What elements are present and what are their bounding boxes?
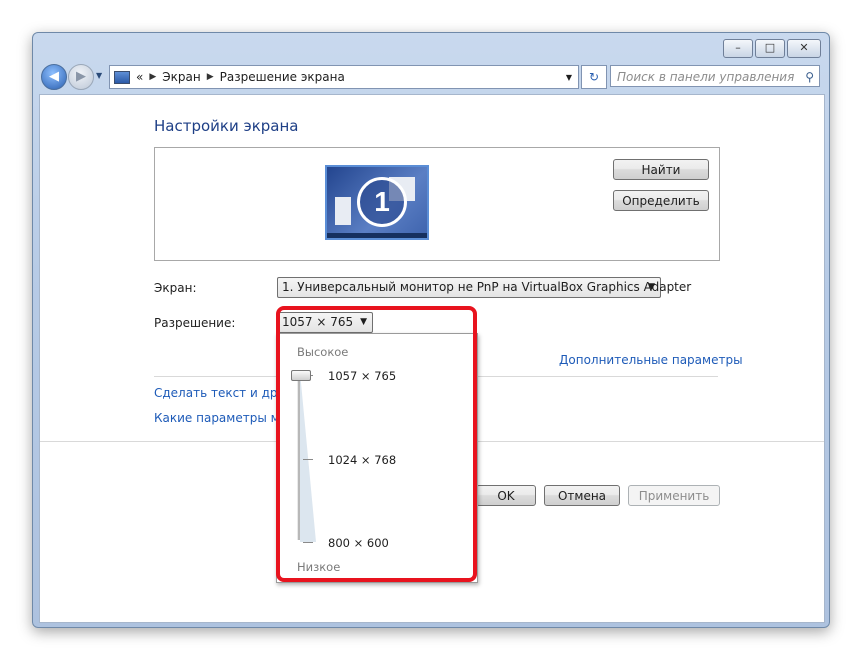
resolution-option[interactable]: 800 × 600 — [328, 536, 389, 550]
page-title: Настройки экрана — [154, 117, 299, 135]
search-placeholder: Поиск в панели управления — [617, 70, 795, 84]
window-preview-icon — [335, 197, 351, 225]
resolution-option[interactable]: 1057 × 765 — [328, 369, 396, 383]
monitor-thumbnail[interactable]: 1 — [325, 165, 429, 240]
address-dropdown-icon[interactable]: ▼ — [566, 73, 572, 82]
maximize-button[interactable]: □ — [755, 39, 785, 58]
breadcrumb-separator-icon[interactable]: ▶ — [207, 72, 214, 82]
which-settings-link[interactable]: Какие параметры мон — [154, 411, 295, 425]
arrow-right-icon: ▶ — [76, 69, 86, 84]
chevron-down-icon: ▼ — [648, 282, 655, 292]
window-controls: – □ ✕ — [723, 39, 821, 58]
back-button[interactable]: ◀ — [41, 64, 67, 90]
resolution-slider-popup: Высокое 1057 × 765 1024 × 768 800 × 600 … — [276, 333, 478, 583]
ok-button[interactable]: OK — [476, 485, 536, 506]
monitor-number-badge: 1 — [357, 177, 407, 227]
advanced-settings-link[interactable]: Дополнительные параметры — [559, 353, 743, 367]
slider-track[interactable] — [297, 374, 300, 540]
cancel-button[interactable]: Отмена — [544, 485, 620, 506]
chevron-down-icon: ▼ — [360, 317, 367, 327]
resolution-label: Разрешение: — [154, 316, 236, 330]
recent-pages-dropdown[interactable]: ▼ — [96, 71, 102, 80]
refresh-button[interactable]: ↻ — [581, 65, 607, 89]
search-input[interactable]: Поиск в панели управления ⚲ — [610, 65, 820, 87]
search-icon[interactable]: ⚲ — [805, 66, 814, 88]
breadcrumb-item-screen[interactable]: Экран — [162, 70, 200, 84]
minimize-button[interactable]: – — [723, 39, 753, 58]
high-label: Высокое — [297, 345, 349, 359]
address-bar[interactable]: « ▶ Экран ▶ Разрешение экрана ▼ — [109, 65, 579, 89]
refresh-icon: ↻ — [588, 70, 600, 84]
forward-button[interactable]: ▶ — [68, 64, 94, 90]
apply-button[interactable]: Применить — [628, 485, 720, 506]
low-label: Низкое — [297, 560, 341, 574]
breadcrumb-item-resolution[interactable]: Разрешение экрана — [220, 70, 345, 84]
breadcrumb-overflow[interactable]: « — [136, 70, 143, 84]
slider-tick — [303, 542, 313, 543]
screen-select-value: 1. Универсальный монитор не PnP на Virtu… — [282, 280, 692, 294]
slider-thumb[interactable] — [291, 370, 311, 381]
arrow-left-icon: ◀ — [49, 69, 59, 84]
taskbar-preview — [327, 233, 427, 238]
navigation-bar: ◀ ▶ ▼ « ▶ Экран ▶ Разрешение экрана ▼ ↻ … — [39, 63, 823, 91]
monitor-icon — [114, 70, 130, 84]
screen-select[interactable]: 1. Универсальный монитор не PnP на Virtu… — [277, 277, 691, 298]
find-button[interactable]: Найти — [613, 159, 709, 180]
resolution-select-value: 1057 × 765 — [282, 315, 354, 329]
breadcrumb-separator-icon[interactable]: ▶ — [149, 72, 156, 82]
identify-button[interactable]: Определить — [613, 190, 709, 211]
slider-wedge — [300, 372, 316, 542]
resolution-option[interactable]: 1024 × 768 — [328, 453, 396, 467]
close-button[interactable]: ✕ — [787, 39, 821, 58]
slider-tick — [303, 459, 313, 460]
monitor-preview-panel: 1 Найти Определить — [154, 147, 720, 261]
screen-label: Экран: — [154, 281, 197, 295]
resolution-select[interactable]: 1057 × 765 ▼ — [277, 312, 373, 333]
